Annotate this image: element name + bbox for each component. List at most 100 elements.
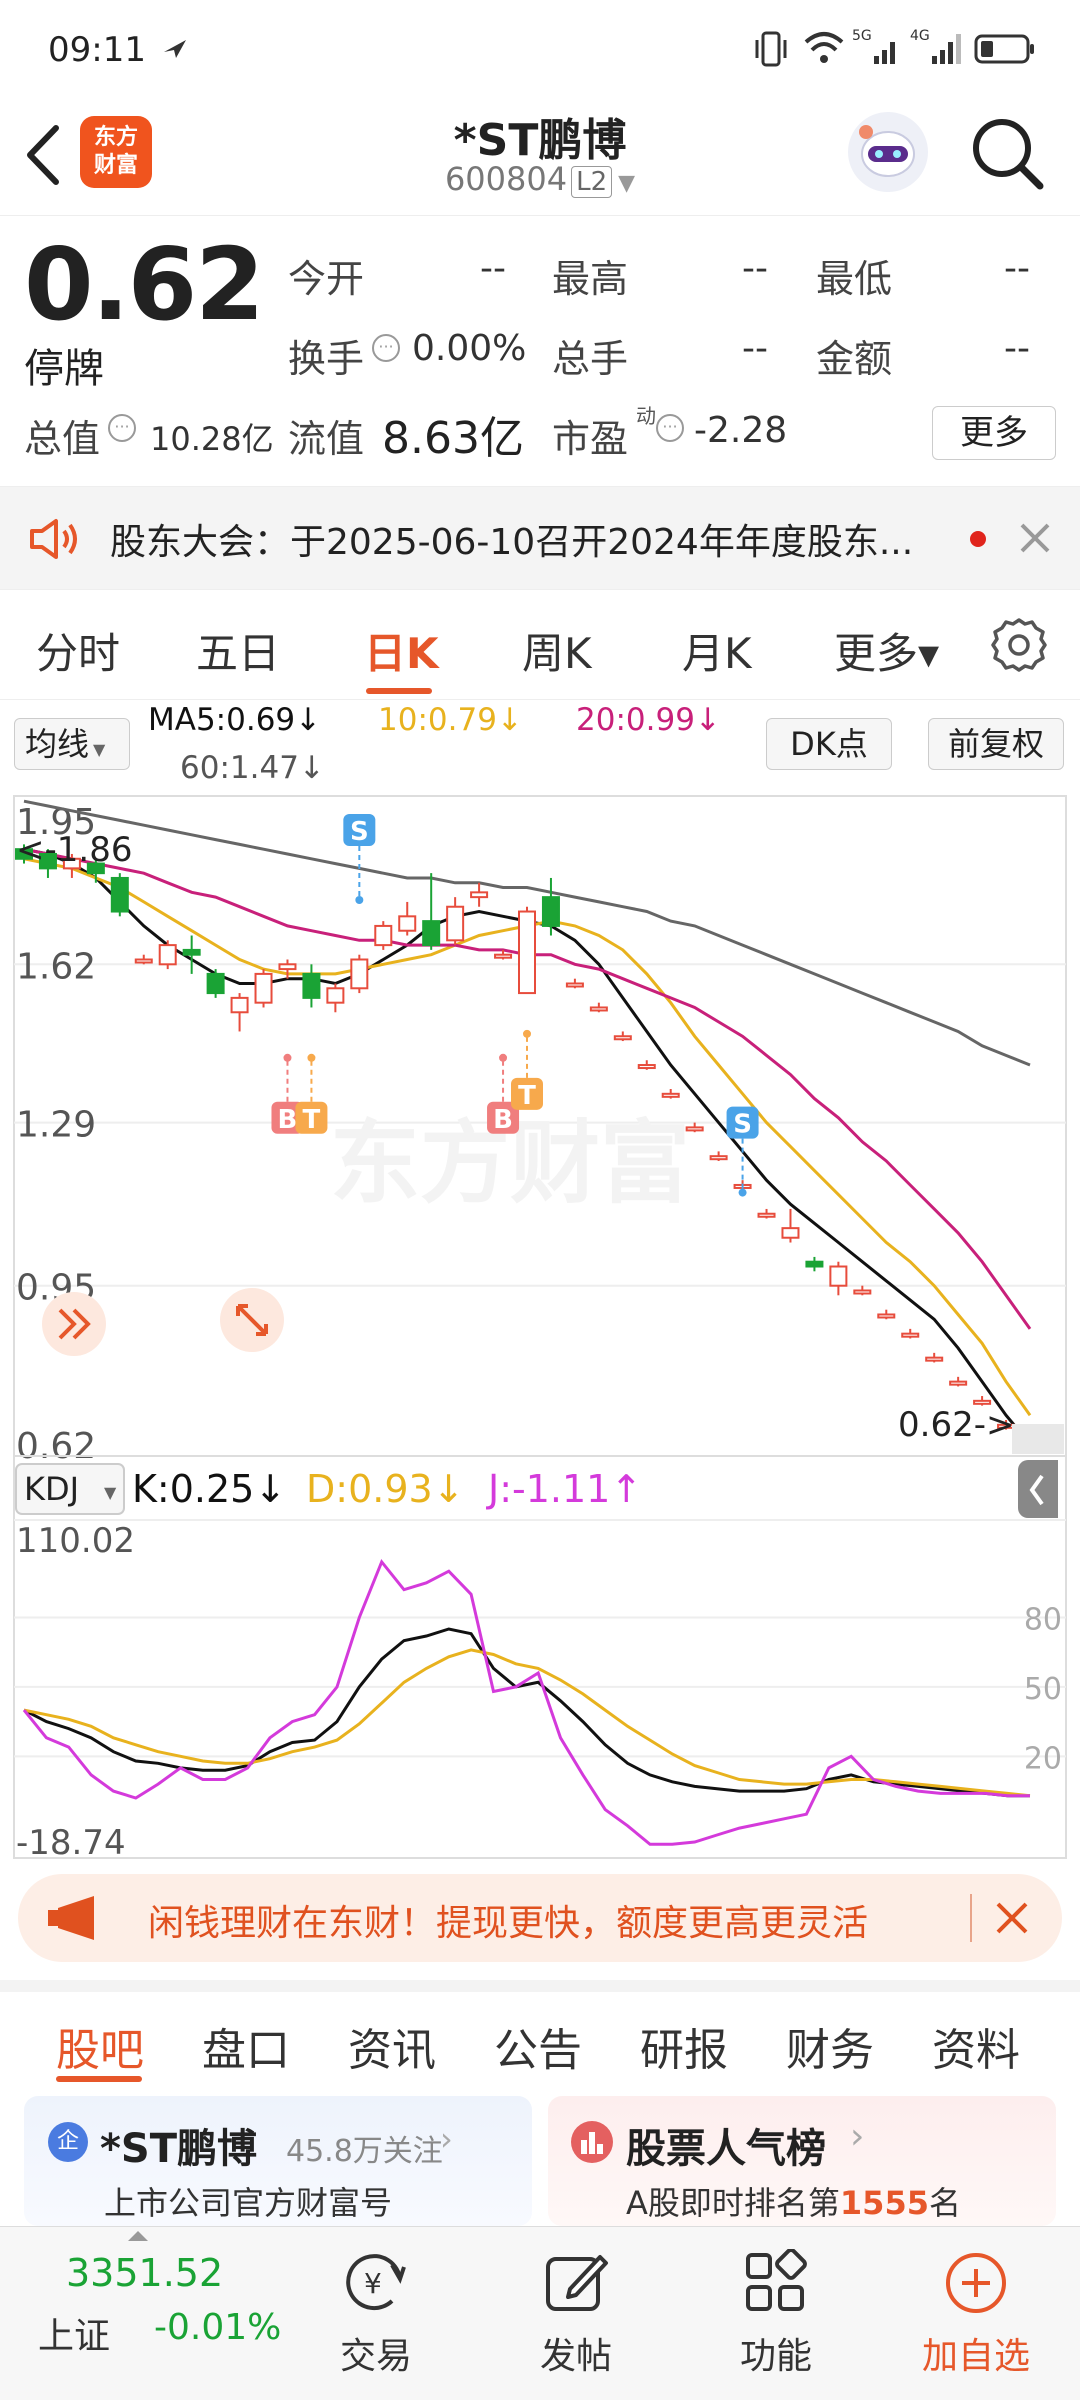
tab-guba[interactable]: 股吧 (56, 2014, 144, 2078)
signal-4g-icon: 4G (910, 28, 961, 64)
scroll-marker (1012, 1424, 1064, 1454)
info-icon[interactable]: ··· (372, 334, 400, 362)
low-value: -- (1004, 248, 1030, 289)
nav-functions[interactable]: 功能 (696, 2227, 856, 2401)
megaphone-icon (48, 1896, 94, 1940)
nav-label: 加自选 (921, 2336, 1030, 2377)
index-change: -0.01% (154, 2307, 282, 2348)
nav-trade[interactable]: ¥ 交易 (296, 2227, 456, 2401)
status-bar: 09:11 5G 4G (0, 0, 1080, 96)
candle-body (422, 920, 441, 947)
popularity-rank-card[interactable]: 股票人气榜 › A股即时排名第1555名 (548, 2096, 1056, 2226)
kdj-ref-label: 20 (1024, 1741, 1062, 1776)
turnover-value: 0.00% (412, 328, 527, 369)
candle-body (446, 905, 465, 942)
candle-body (350, 958, 369, 990)
candle-body (110, 876, 129, 913)
tab-finance[interactable]: 财务 (786, 2014, 874, 2078)
current-price: 0.62 (24, 226, 265, 343)
kdj-d-line (23, 1648, 1031, 1798)
tab-intraday[interactable]: 分时 (36, 620, 120, 681)
candle-body (589, 1006, 608, 1012)
dk-point-button[interactable]: DK点 (766, 718, 892, 770)
kline-chart-area: 均线 ▼ MA5:0.69↓ 10:0.79↓ 20:0.99↓ 60:1.47↓… (0, 700, 1080, 1860)
ma60-label: 60:1.47↓ (180, 750, 325, 786)
tab-weekly-k[interactable]: 周K (522, 620, 592, 681)
close-icon[interactable] (1018, 521, 1052, 555)
candle-body (781, 1227, 800, 1239)
nav-label: 交易 (339, 2336, 412, 2377)
candle-body (541, 896, 560, 927)
settings-gear-icon[interactable] (990, 616, 1048, 674)
unread-dot (970, 531, 986, 547)
nav-add-watchlist[interactable]: 加自选 (896, 2227, 1056, 2401)
candle-body (374, 924, 393, 947)
dropdown-arrow-icon: ▼ (618, 171, 636, 196)
index-value: 3351.52 (66, 2251, 224, 2295)
tab-more[interactable]: 更多▾ (834, 620, 939, 681)
close-icon[interactable] (994, 1900, 1030, 1936)
dropdown-arrow-icon: ▼ (93, 740, 106, 759)
signal-label: S (350, 817, 369, 847)
candle-body (925, 1356, 944, 1362)
battery-icon (974, 34, 1034, 64)
signal-label: T (518, 1081, 536, 1111)
info-icon[interactable]: ··· (656, 414, 684, 442)
official-account-card[interactable]: 企 *ST鹏博 45.8万关注 › 上市公司官方财富号 (24, 2096, 532, 2226)
turnover-label: 换手 (288, 337, 365, 381)
tab-five-day[interactable]: 五日 (196, 620, 280, 681)
promo-banner[interactable]: 闲钱理财在东财！提现更快，额度更高更灵活 (18, 1874, 1062, 1962)
quote-panel: 0.62 停牌 今开 -- 最高 -- 最低 -- 换手 ··· 0.00% 总… (0, 216, 1080, 486)
forward-adjust-button[interactable]: 前复权 (928, 718, 1064, 770)
stock-header: 东方财富 *ST鹏博 600804 L2 ▼ (0, 96, 1080, 216)
total-value: 10.28亿 (150, 420, 274, 458)
open-label: 今开 (288, 257, 365, 301)
ma-button-label: 均线 (25, 725, 90, 763)
kdj-k-label: K:0.25↓ (132, 1467, 286, 1511)
search-icon[interactable] (970, 116, 1046, 192)
vibrate-icon (755, 31, 787, 67)
tab-pankou[interactable]: 盘口 (202, 2014, 290, 2078)
tab-research[interactable]: 研报 (640, 2014, 728, 2078)
amount-label: 金额 (816, 337, 893, 381)
candle-body (637, 1064, 656, 1070)
add-icon (946, 2253, 1006, 2313)
signal-dot (283, 1053, 292, 1062)
volume-value: -- (742, 328, 768, 369)
candle-body (182, 948, 201, 956)
signal-5g-icon: 5G (852, 28, 895, 64)
index-ticker[interactable]: 3351.52 上证 -0.01% (0, 2227, 300, 2401)
svg-text:5G: 5G (852, 28, 872, 44)
rank-suffix: 名 (928, 2184, 961, 2222)
nav-label: 功能 (739, 2336, 812, 2377)
candle-body (326, 987, 345, 1004)
tab-monthly-k[interactable]: 月K (682, 620, 752, 681)
y-tick-label: 1.29 (16, 1105, 96, 1146)
signal-dot (307, 1053, 316, 1062)
signal-label: S (733, 1110, 752, 1140)
pe-label: 市盈 (552, 417, 629, 461)
pe-dynamic-mark: 动 (636, 404, 656, 428)
candle-body (278, 963, 297, 971)
tab-news[interactable]: 资讯 (348, 2014, 436, 2078)
kline-svg[interactable]: 1.951.621.290.950.62东方财富<-1.860.62->SB T B… (0, 794, 1080, 1860)
candle-body (949, 1380, 968, 1386)
candle-body (494, 953, 513, 959)
signal-label: B (278, 1105, 298, 1135)
tab-announcements[interactable]: 公告 (494, 2014, 582, 2078)
ma-selector-button[interactable]: 均线 ▼ (14, 718, 130, 770)
tab-profile[interactable]: 资料 (932, 2014, 1020, 2078)
follower-count: 45.8万关注 (286, 2134, 443, 2169)
notice-bar[interactable]: 股东大会：于2025-06-10召开2024年年度股东... (0, 486, 1080, 590)
rank-number: 1555 (839, 2184, 929, 2222)
info-icon[interactable]: ··· (108, 414, 136, 442)
chevron-right-icon: › (850, 2116, 865, 2157)
assistant-robot-icon[interactable] (846, 110, 930, 194)
nav-post[interactable]: 发帖 (496, 2227, 656, 2401)
rank-description: A股即时排名第1555名 (626, 2178, 961, 2224)
candle-body (158, 944, 177, 966)
amount-value: -- (1004, 328, 1030, 369)
bottom-navigation: 3351.52 上证 -0.01% ¥ 交易 发帖 功能 加自选 (0, 2226, 1080, 2400)
tab-daily-k[interactable]: 日K (364, 620, 439, 681)
more-quote-button[interactable]: 更多 (932, 406, 1056, 460)
